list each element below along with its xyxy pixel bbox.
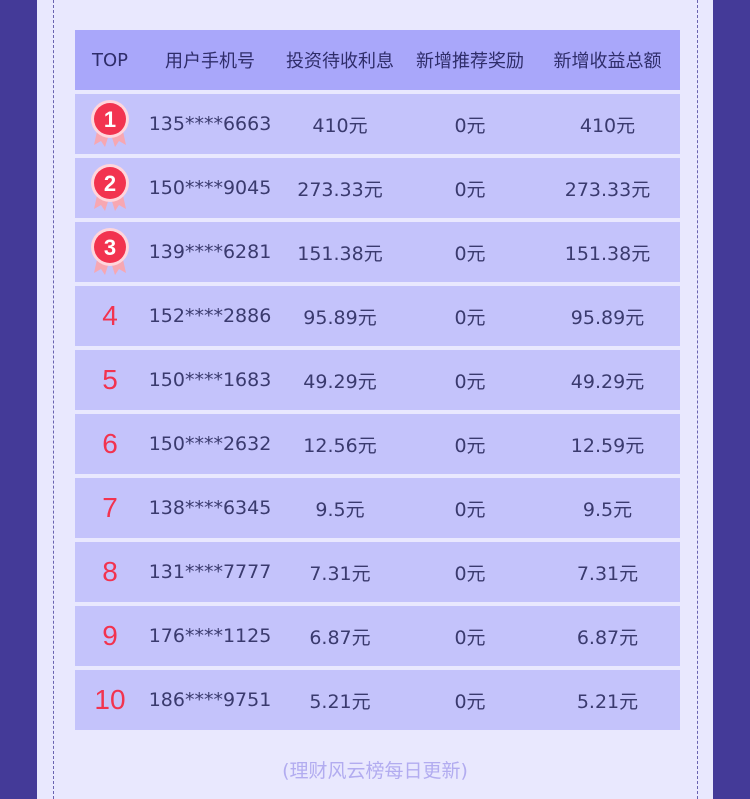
rank-cell: 8 xyxy=(75,558,145,586)
referral-cell: 0元 xyxy=(454,562,486,585)
rank-number: 8 xyxy=(102,556,118,587)
rank-cell: 10 xyxy=(75,686,145,714)
svg-text:2: 2 xyxy=(104,171,116,196)
referral-cell: 0元 xyxy=(454,434,486,457)
interest-cell: 273.33元 xyxy=(297,178,383,201)
table-row: 10 186****9751 5.21元 0元 5.21元 xyxy=(75,670,680,730)
interest-cell: 410元 xyxy=(312,114,368,137)
interest-cell: 12.56元 xyxy=(303,434,377,457)
referral-cell: 0元 xyxy=(454,626,486,649)
rank-cell: 6 xyxy=(75,430,145,458)
rank-cell: 4 xyxy=(75,302,145,330)
total-cell: 410元 xyxy=(579,114,636,137)
total-cell: 5.21元 xyxy=(576,690,639,713)
header-total: 新增收益总额 xyxy=(553,51,662,72)
header-referral: 新增推荐奖励 xyxy=(416,51,524,72)
table-row: 9 176****1125 6.87元 0元 6.87元 xyxy=(75,606,680,666)
rank-cell: 9 xyxy=(75,622,145,650)
table-header-row: TOP 用户手机号 投资待收利息 新增推荐奖励 新增收益总额 xyxy=(75,30,680,90)
award-medal-icon: 1 xyxy=(91,100,129,147)
svg-text:1: 1 xyxy=(104,107,116,132)
leaderboard-panel: TOP 用户手机号 投资待收利息 新增推荐奖励 新增收益总额 1 135****… xyxy=(37,0,713,799)
total-cell: 12.59元 xyxy=(570,434,645,457)
rank-number: 6 xyxy=(102,428,118,459)
total-cell: 95.89元 xyxy=(570,306,645,329)
update-note: (理财风云榜每日更新) xyxy=(282,760,468,782)
phone-cell: 152****2886 xyxy=(148,305,272,327)
rank-cell: 7 xyxy=(75,494,145,522)
referral-cell: 0元 xyxy=(454,370,486,393)
interest-cell: 49.29元 xyxy=(303,370,377,393)
table-row: 5 150****1683 49.29元 0元 49.29元 xyxy=(75,350,680,410)
rank-number: 5 xyxy=(102,364,118,395)
rank-cell: 3 xyxy=(75,227,145,277)
total-cell: 9.5元 xyxy=(582,498,633,521)
total-cell: 6.87元 xyxy=(576,626,639,649)
referral-cell: 0元 xyxy=(454,242,486,265)
phone-cell: 138****6345 xyxy=(148,497,272,519)
rank-cell: 2 xyxy=(75,163,145,213)
phone-cell: 135****6663 xyxy=(148,113,272,135)
rank-number: 9 xyxy=(102,620,118,651)
rank-cell: 5 xyxy=(75,366,145,394)
total-cell: 49.29元 xyxy=(570,370,645,393)
interest-cell: 7.31元 xyxy=(309,562,371,585)
table-row: 3 139****6281 151.38元 0元 151.38元 xyxy=(75,222,680,282)
rank-number: 7 xyxy=(102,492,118,523)
rank-number: 4 xyxy=(102,300,118,331)
phone-cell: 131****7777 xyxy=(148,561,272,583)
phone-cell: 176****1125 xyxy=(148,625,272,647)
phone-cell: 186****9751 xyxy=(148,689,272,711)
table-row: 7 138****6345 9.5元 0元 9.5元 xyxy=(75,478,680,538)
table-row: 1 135****6663 410元 0元 410元 xyxy=(75,94,680,154)
table-row: 8 131****7777 7.31元 0元 7.31元 xyxy=(75,542,680,602)
rank-cell: 1 xyxy=(75,99,145,149)
table-row: 6 150****2632 12.56元 0元 12.59元 xyxy=(75,414,680,474)
award-medal-icon: 2 xyxy=(91,164,129,211)
leaderboard-table: TOP 用户手机号 投资待收利息 新增推荐奖励 新增收益总额 1 135****… xyxy=(75,30,680,734)
total-cell: 151.38元 xyxy=(564,242,651,265)
referral-cell: 0元 xyxy=(454,178,486,201)
table-row: 4 152****2886 95.89元 0元 95.89元 xyxy=(75,286,680,346)
award-medal-icon: 3 xyxy=(91,228,129,275)
table-row: 2 150****9045 273.33元 0元 273.33元 xyxy=(75,158,680,218)
referral-cell: 0元 xyxy=(454,114,486,137)
phone-cell: 150****1683 xyxy=(148,369,272,391)
svg-text:3: 3 xyxy=(104,235,116,260)
dashed-border-left xyxy=(53,0,54,799)
phone-cell: 139****6281 xyxy=(148,241,272,263)
total-cell: 273.33元 xyxy=(564,178,651,201)
interest-cell: 151.38元 xyxy=(297,242,383,265)
interest-cell: 5.21元 xyxy=(309,690,371,713)
interest-cell: 6.87元 xyxy=(309,626,371,649)
dashed-border-right xyxy=(697,0,698,799)
interest-cell: 9.5元 xyxy=(315,498,365,521)
total-cell: 7.31元 xyxy=(576,562,639,585)
referral-cell: 0元 xyxy=(454,498,486,521)
rank-number: 10 xyxy=(94,684,126,715)
referral-cell: 0元 xyxy=(454,306,486,329)
header-top: TOP xyxy=(91,49,129,71)
interest-cell: 95.89元 xyxy=(303,306,377,329)
phone-cell: 150****2632 xyxy=(148,433,272,455)
referral-cell: 0元 xyxy=(454,690,486,713)
header-phone: 用户手机号 xyxy=(165,51,255,72)
phone-cell: 150****9045 xyxy=(148,177,272,199)
header-interest: 投资待收利息 xyxy=(286,51,394,72)
